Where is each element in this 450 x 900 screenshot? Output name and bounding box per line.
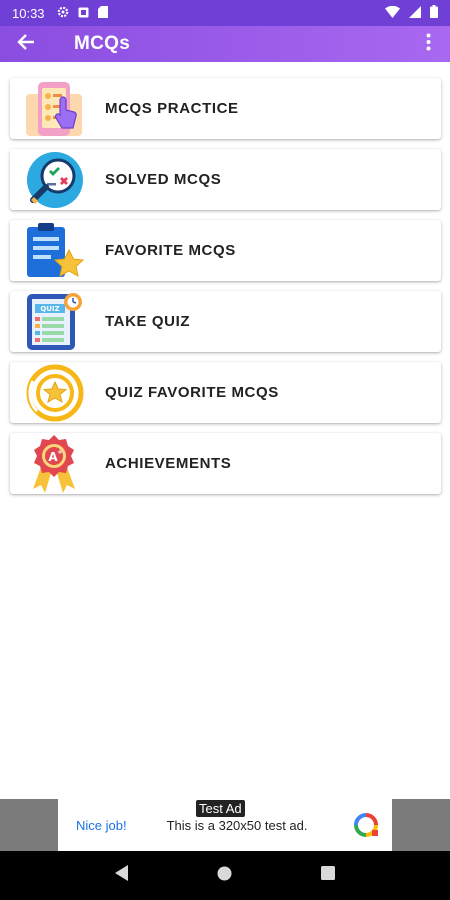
clipboard-star-icon	[22, 220, 86, 281]
svg-text:QUIZ: QUIZ	[40, 305, 59, 313]
ad-text: This is a 320x50 test ad.	[166, 817, 308, 833]
menu-item-label: SOLVED MCQS	[105, 171, 222, 188]
menu-item-label: QUIZ FAVORITE MCQS	[105, 384, 279, 401]
circle-home-icon	[217, 866, 232, 886]
menu-list: MCQS PRACTICE SOLVED MCQS FAVORITE MCQS …	[10, 78, 441, 504]
app-bar: MCQs	[0, 26, 450, 62]
menu-item-label: ACHIEVEMENTS	[105, 455, 232, 472]
status-bar: 10:33	[0, 0, 450, 26]
ad-logo-icon	[352, 811, 380, 839]
menu-item-quiz-favorite-mcqs[interactable]: QUIZ FAVORITE MCQS	[10, 362, 441, 423]
triangle-back-icon	[114, 865, 129, 886]
ad-tag: Test Ad	[196, 800, 245, 817]
touch-screen-icon	[22, 78, 86, 139]
wifi-icon	[385, 5, 400, 21]
menu-item-solved-mcqs[interactable]: SOLVED MCQS	[10, 149, 441, 210]
gear-icon	[57, 6, 69, 21]
star-badge-icon	[22, 362, 86, 423]
menu-item-achievements[interactable]: A + ACHIEVEMENTS	[10, 433, 441, 494]
nav-home-button[interactable]	[205, 856, 245, 896]
svg-text:+: +	[57, 448, 63, 456]
menu-item-favorite-mcqs[interactable]: FAVORITE MCQS	[10, 220, 441, 281]
menu-item-mcqs-practice[interactable]: MCQS PRACTICE	[10, 78, 441, 139]
battery-icon	[430, 5, 438, 21]
signal-icon	[409, 5, 421, 21]
menu-item-take-quiz[interactable]: QUIZ TAKE QUIZ	[10, 291, 441, 352]
magnifier-check-icon	[22, 149, 86, 210]
quiz-tablet-icon: QUIZ	[22, 291, 86, 352]
menu-item-label: FAVORITE MCQS	[105, 242, 236, 259]
back-button[interactable]	[10, 28, 42, 60]
notification-icon	[78, 6, 89, 21]
system-nav-bar	[0, 851, 450, 900]
more-vertical-icon	[426, 33, 431, 56]
arrow-back-icon	[17, 33, 35, 56]
ad-cta[interactable]: Nice job!	[76, 818, 127, 833]
menu-item-label: MCQS PRACTICE	[105, 100, 239, 117]
square-recents-icon	[321, 866, 336, 885]
status-time: 10:33	[12, 5, 45, 21]
award-ribbon-icon: A +	[22, 433, 86, 494]
nav-back-button[interactable]	[102, 856, 142, 896]
overflow-menu-button[interactable]	[416, 28, 440, 60]
sd-card-icon	[97, 5, 108, 21]
menu-item-label: TAKE QUIZ	[105, 313, 191, 330]
page-title: MCQs	[74, 33, 131, 54]
nav-recents-button[interactable]	[308, 856, 348, 896]
